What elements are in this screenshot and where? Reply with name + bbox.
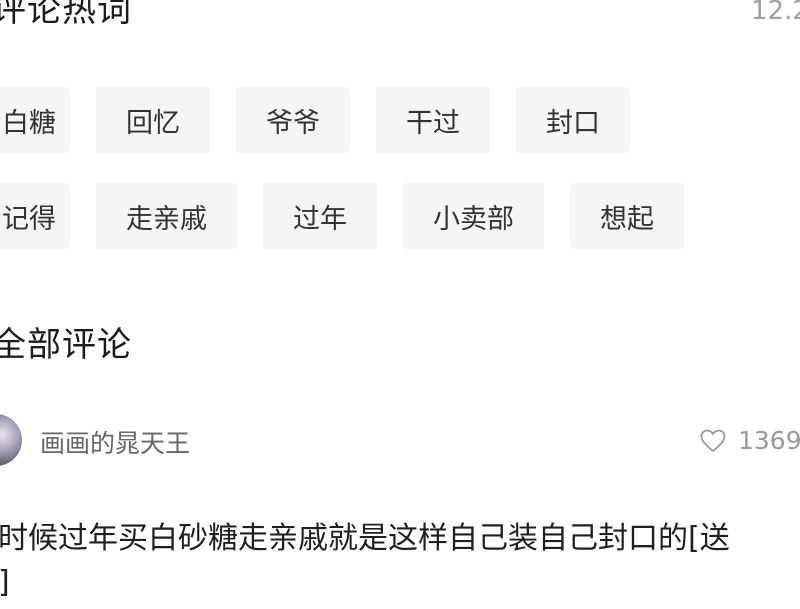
hot-word-chip[interactable]: 白糖 — [0, 87, 70, 153]
hot-word-chip[interactable]: 想起 — [570, 183, 684, 249]
hot-words-row: 白糖 回忆 爷爷 干过 封口 — [0, 87, 656, 153]
comment-body: 时候过年买白砂糖走亲戚就是这样自己装自己封口的[送 ] — [0, 517, 800, 605]
hot-words-row: 记得 走亲戚 过年 小卖部 想起 — [0, 183, 710, 249]
hot-word-chip[interactable]: 爷爷 — [236, 87, 350, 153]
hot-word-chip[interactable]: 过年 — [263, 183, 377, 249]
hot-word-chip[interactable]: 封口 — [516, 87, 630, 153]
all-comments-title: 全部评论 — [0, 325, 132, 365]
hot-word-chip[interactable]: 干过 — [376, 87, 490, 153]
hot-word-chip[interactable]: 回忆 — [96, 87, 210, 153]
like-count: 1369 — [738, 426, 800, 455]
comment-text-line: 时候过年买白砂糖走亲戚就是这样自己装自己封口的[送 — [0, 521, 730, 556]
hot-word-chip[interactable]: 走亲戚 — [96, 183, 237, 249]
hot-words-title: 评论热词 — [0, 0, 132, 30]
hot-word-chip[interactable]: 记得 — [0, 183, 70, 249]
hot-word-chip[interactable]: 小卖部 — [403, 183, 544, 249]
comment-text-line: ] — [0, 561, 800, 605]
hot-words-count: 12.2 — [751, 0, 800, 26]
user-avatar[interactable] — [0, 414, 22, 466]
comment-header: 画画的晁天王 1369 — [0, 412, 800, 470]
heart-icon — [700, 429, 726, 452]
comment-username[interactable]: 画画的晁天王 — [40, 424, 190, 460]
like-button[interactable]: 1369 — [700, 426, 800, 455]
